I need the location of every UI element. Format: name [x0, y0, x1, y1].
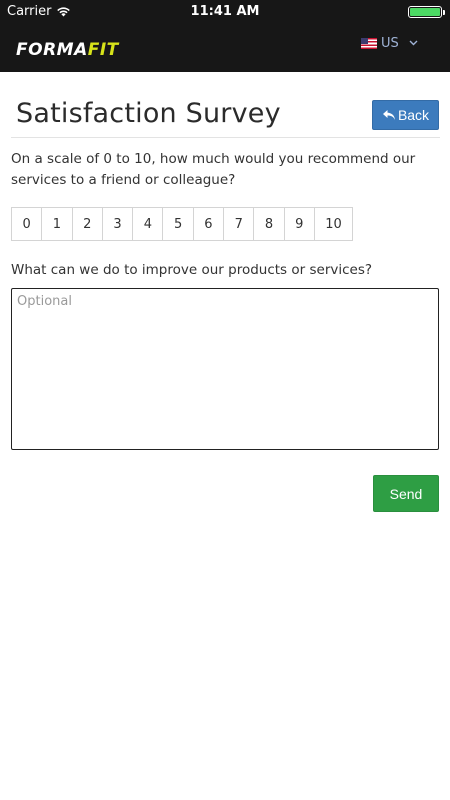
battery-icon	[408, 6, 445, 18]
rating-option-10[interactable]: 10	[314, 208, 352, 240]
rating-option-9[interactable]: 9	[284, 208, 315, 240]
rating-option-0[interactable]: 0	[12, 208, 43, 240]
back-arrow-icon	[382, 110, 395, 120]
app-screen: Carrier 11:41 AM FORMAFIT US Satisfactio…	[0, 0, 450, 800]
rating-option-2[interactable]: 2	[72, 208, 103, 240]
rating-option-4[interactable]: 4	[133, 208, 164, 240]
language-label: US	[381, 36, 399, 51]
back-button-label: Back	[397, 107, 430, 123]
title-divider	[11, 137, 440, 138]
rating-option-1[interactable]: 1	[42, 208, 73, 240]
top-bar: Carrier 11:41 AM FORMAFIT US	[0, 0, 450, 72]
app-logo: FORMAFIT	[16, 40, 119, 60]
rating-scale: 0 1 2 3 4 5 6 7 8 9 10	[11, 207, 353, 241]
rating-option-8[interactable]: 8	[254, 208, 285, 240]
back-button[interactable]: Back	[372, 100, 439, 130]
rating-option-3[interactable]: 3	[102, 208, 134, 240]
logo-text-fit: FIT	[87, 40, 119, 60]
status-time: 11:41 AM	[190, 4, 260, 19]
rating-option-7[interactable]: 7	[224, 208, 255, 240]
us-flag-icon	[361, 38, 377, 49]
rating-option-6[interactable]: 6	[193, 208, 225, 240]
language-selector[interactable]: US	[361, 36, 418, 51]
question-recommend: On a scale of 0 to 10, how much would yo…	[11, 151, 416, 188]
rating-option-5[interactable]: 5	[163, 208, 194, 240]
page-title: Satisfaction Survey	[16, 98, 281, 129]
question-improve: What can we do to improve our products o…	[11, 262, 373, 278]
send-button[interactable]: Send	[373, 475, 439, 512]
logo-text-forma: FORMA	[16, 40, 88, 60]
status-bar: Carrier 11:41 AM	[0, 0, 450, 24]
improvement-comment-field[interactable]	[11, 288, 439, 450]
chevron-down-icon	[409, 38, 418, 49]
